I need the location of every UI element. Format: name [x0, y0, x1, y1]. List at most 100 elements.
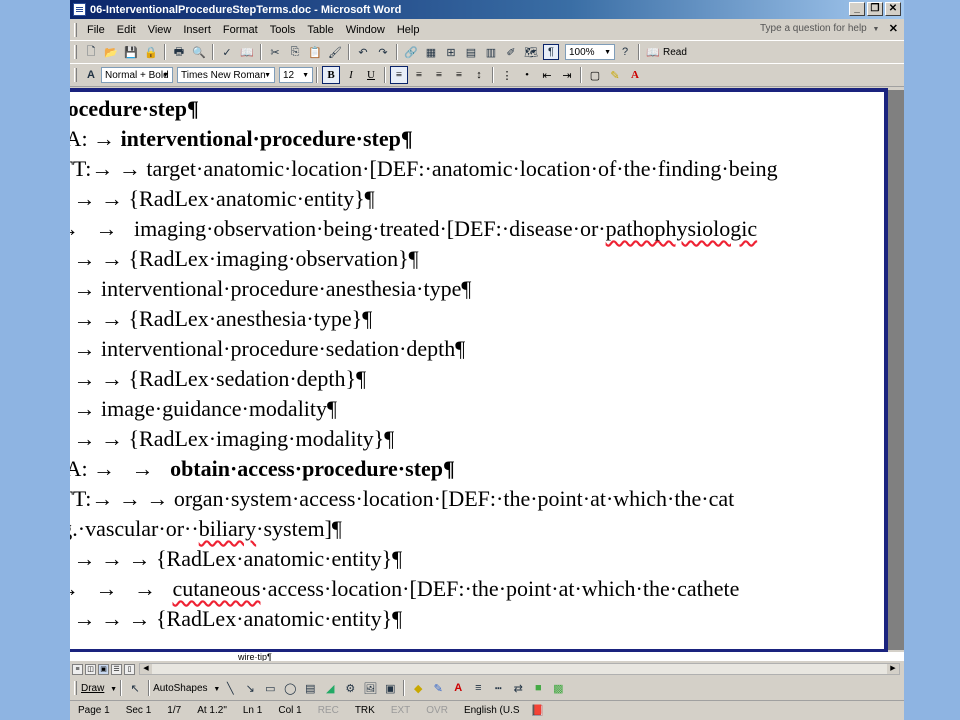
line-style-icon[interactable]: ≡ — [470, 680, 486, 696]
menu-table[interactable]: Table — [301, 24, 339, 36]
cut-icon[interactable]: ✂ — [267, 44, 283, 60]
show-hide-icon[interactable]: ¶ — [543, 44, 559, 60]
print-preview-icon[interactable]: 🔍 — [191, 44, 207, 60]
text-box-icon[interactable]: ▤ — [302, 680, 318, 696]
select-objects-icon[interactable]: ↖ — [127, 680, 143, 696]
word-doc-icon[interactable] — [73, 3, 86, 16]
zoom-select[interactable]: 100% ▼ — [565, 44, 615, 60]
new-document-icon[interactable]: 🗋 — [83, 44, 99, 60]
menu-window[interactable]: Window — [340, 24, 391, 36]
italic-button[interactable]: I — [342, 66, 360, 84]
hyperlink-icon[interactable]: 🔗 — [403, 44, 419, 60]
rectangle-tool-icon[interactable]: ▭ — [262, 680, 278, 696]
close-button[interactable]: ✕ — [885, 2, 901, 16]
draw-menu[interactable]: Draw ▼ — [81, 683, 117, 694]
arrow-tool-icon[interactable]: ↘ — [242, 680, 258, 696]
fill-color-icon[interactable]: ◆ — [410, 680, 426, 696]
doc-line-5[interactable]: → → imaging·observation·being·treated·[D… — [70, 216, 757, 246]
menu-tools[interactable]: Tools — [264, 24, 302, 36]
drawing-icon[interactable]: ✐ — [503, 44, 519, 60]
justify-icon[interactable]: ≡ — [450, 66, 468, 84]
align-right-icon[interactable]: ≡ — [430, 66, 448, 84]
picture-icon[interactable]: ▣ — [382, 680, 398, 696]
bullets-icon[interactable]: • — [518, 66, 536, 84]
help-icon[interactable]: ? — [617, 44, 633, 60]
autoshapes-menu[interactable]: AutoShapes ▼ — [153, 683, 220, 694]
undo-icon[interactable]: ↶ — [355, 44, 371, 60]
menu-grip[interactable] — [74, 23, 77, 37]
insert-excel-icon[interactable]: ▤ — [463, 44, 479, 60]
print-layout-icon[interactable]: ▣ — [98, 663, 109, 675]
minimize-button[interactable]: _ — [849, 2, 865, 16]
copy-icon[interactable]: ⎘ — [287, 44, 303, 60]
shadow-style-icon[interactable]: ■ — [530, 680, 546, 696]
doc-line-1[interactable]: procedure·step¶ — [70, 96, 199, 126]
highlight-icon[interactable]: ✎ — [606, 66, 624, 84]
doc-line-8[interactable]: → → → {RadLex·anesthesia·type}¶ — [70, 306, 372, 336]
document-page[interactable]: procedure·step¶ ISA: → interventional·pr… — [70, 88, 888, 653]
menu-file[interactable]: File — [81, 24, 111, 36]
draw-font-color-icon[interactable]: A — [450, 680, 466, 696]
redo-icon[interactable]: ↷ — [375, 44, 391, 60]
style-select[interactable]: Normal + Bold ▼ — [101, 67, 173, 83]
normal-view-icon[interactable]: ≡ — [72, 663, 83, 675]
status-trk[interactable]: TRK — [347, 705, 383, 716]
reading-layout-icon[interactable]: ▯ — [124, 663, 135, 675]
read-button[interactable]: Read — [663, 47, 687, 58]
spelling-status-icon[interactable]: 📕 — [530, 703, 546, 719]
format-painter-icon[interactable]: 🖌 — [327, 44, 343, 60]
font-size-select[interactable]: 12 ▼ — [279, 67, 313, 83]
insert-table-icon[interactable]: ⊞ — [443, 44, 459, 60]
print-icon[interactable]: 🖶 — [171, 44, 187, 60]
status-rec[interactable]: REC — [310, 705, 347, 716]
doc-line-18[interactable]: → → → → {RadLex·anatomic·entity}¶ — [70, 606, 402, 636]
doc-line-9[interactable]: → → interventional·procedure·sedation·de… — [70, 336, 465, 366]
menu-insert[interactable]: Insert — [177, 24, 217, 36]
status-language[interactable]: English (U.S — [456, 705, 528, 716]
document-map-icon[interactable]: 🗺 — [523, 44, 539, 60]
menu-view[interactable]: View — [142, 24, 178, 36]
font-select[interactable]: Times New Roman ▼ — [177, 67, 275, 83]
status-ext[interactable]: EXT — [383, 705, 418, 716]
restore-button[interactable]: ❐ — [867, 2, 883, 16]
doc-line-15[interactable]: e.g.·vascular·or··biliary·system]¶ — [70, 516, 342, 546]
web-layout-icon[interactable]: ◫ — [85, 663, 96, 675]
document-close-icon[interactable]: ✕ — [889, 22, 898, 35]
help-question-box[interactable]: Type a question for help ▼ — [760, 23, 879, 34]
spelling-icon[interactable]: ✓ — [219, 44, 235, 60]
3d-style-icon[interactable]: ▩ — [550, 680, 566, 696]
doc-line-7[interactable]: → → interventional·procedure·anesthesia·… — [70, 276, 471, 306]
doc-line-14[interactable]: ATT:→ → → organ·system·access·location·[… — [70, 486, 734, 516]
arrow-style-icon[interactable]: ⇄ — [510, 680, 526, 696]
tables-borders-icon[interactable]: ▦ — [423, 44, 439, 60]
doc-line-3[interactable]: ATT:→ → target·anatomic·location·[DEF:·a… — [70, 156, 778, 186]
line-color-icon[interactable]: ✎ — [430, 680, 446, 696]
bold-button[interactable]: B — [322, 66, 340, 84]
doc-line-12[interactable]: → → → {RadLex·imaging·modality}¶ — [70, 426, 394, 456]
wordart-icon[interactable]: ◢ — [322, 680, 338, 696]
horizontal-scrollbar[interactable]: ◀ ▶ — [139, 663, 900, 675]
increase-indent-icon[interactable]: ⇥ — [558, 66, 576, 84]
numbering-icon[interactable]: ⋮ — [498, 66, 516, 84]
menu-help[interactable]: Help — [391, 24, 426, 36]
open-folder-icon[interactable]: 📂 — [103, 44, 119, 60]
menu-edit[interactable]: Edit — [111, 24, 142, 36]
clip-art-icon[interactable]: 🖼 — [362, 680, 378, 696]
oval-tool-icon[interactable]: ◯ — [282, 680, 298, 696]
underline-button[interactable]: U — [362, 66, 380, 84]
outline-view-icon[interactable]: ☰ — [111, 663, 122, 675]
styles-pane-icon[interactable]: A — [83, 67, 99, 83]
doc-line-16[interactable]: → → → → {RadLex·anatomic·entity}¶ — [70, 546, 402, 576]
doc-line-11[interactable]: → → image·guidance·modality¶ — [70, 396, 337, 426]
read-mode-icon[interactable]: 📖 — [645, 44, 661, 60]
permission-icon[interactable]: 🔒 — [143, 44, 159, 60]
diagram-icon[interactable]: ⚙ — [342, 680, 358, 696]
scroll-right-icon[interactable]: ▶ — [887, 664, 899, 674]
save-icon[interactable]: 💾 — [123, 44, 139, 60]
dash-style-icon[interactable]: ┅ — [490, 680, 506, 696]
line-tool-icon[interactable]: ╲ — [222, 680, 238, 696]
doc-line-13[interactable]: ISA: → → obtain·access·procedure·step¶ — [70, 456, 455, 486]
decrease-indent-icon[interactable]: ⇤ — [538, 66, 556, 84]
font-color-icon[interactable]: A — [626, 66, 644, 84]
align-left-icon[interactable]: ≡ — [390, 66, 408, 84]
